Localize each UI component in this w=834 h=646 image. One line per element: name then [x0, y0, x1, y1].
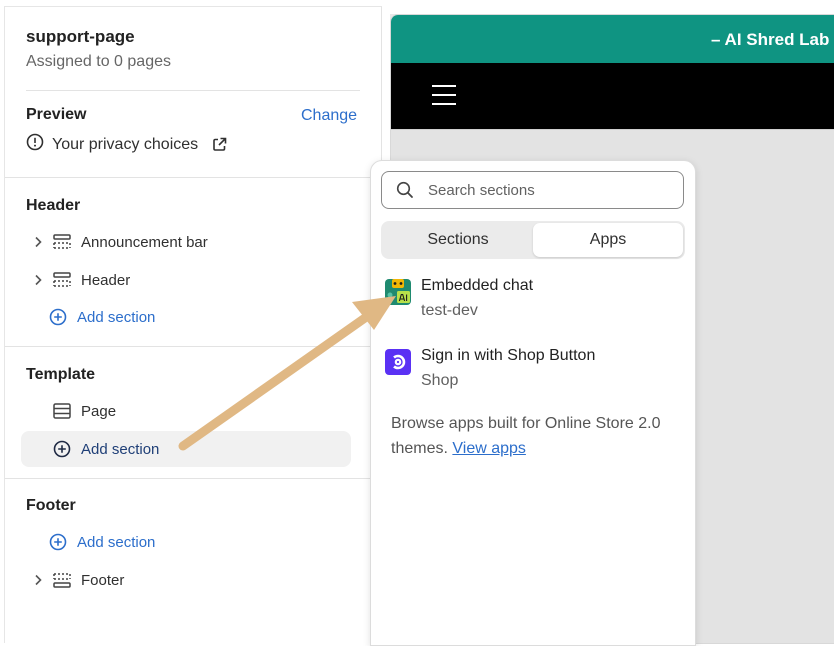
- section-page[interactable]: Page: [25, 394, 351, 428]
- group-title-template: Template: [26, 366, 96, 383]
- section-icon: [53, 234, 75, 250]
- divider: [5, 177, 381, 178]
- section-announcement-bar[interactable]: Announcement bar: [25, 225, 351, 259]
- section-label: Footer: [81, 571, 125, 589]
- app-name: Sign in with Shop Button: [421, 347, 596, 364]
- chevron-right-icon[interactable]: [29, 236, 47, 248]
- privacy-choices-row[interactable]: Your privacy choices: [26, 133, 227, 156]
- change-preview-link[interactable]: Change: [301, 107, 357, 125]
- plus-circle-icon: [49, 533, 71, 551]
- group-title-header: Header: [26, 197, 81, 214]
- add-section-template[interactable]: Add section: [21, 431, 351, 467]
- add-section-label: Add section: [77, 533, 156, 551]
- section-label: Header: [81, 271, 131, 289]
- app-developer: test-dev: [421, 302, 478, 319]
- page-title: support-page: [26, 27, 135, 46]
- tab-apps[interactable]: Apps: [533, 223, 683, 257]
- browse-apps-note: Browse apps built for Online Store 2.0 t…: [391, 411, 671, 461]
- add-section-popover: Sections Apps Embedded chat test-dev Sig…: [370, 160, 696, 646]
- section-label: Page: [81, 402, 117, 420]
- add-section-footer[interactable]: Add section: [25, 525, 351, 559]
- announcement-text: – AI Shred Lab: [711, 30, 830, 49]
- add-section-label: Add section: [81, 440, 160, 458]
- section-icon: [53, 272, 75, 288]
- chevron-right-icon[interactable]: [29, 574, 47, 586]
- add-section-header[interactable]: Add section: [25, 300, 351, 334]
- app-item-sign-in-with-shop[interactable]: Sign in with Shop Button Shop: [385, 347, 685, 395]
- app-developer: Shop: [421, 372, 459, 389]
- preview-label: Preview: [26, 106, 87, 123]
- search-sections-input[interactable]: [426, 180, 670, 200]
- section-icon: [53, 572, 75, 588]
- section-footer[interactable]: Footer: [25, 563, 351, 597]
- plus-circle-icon: [49, 308, 71, 326]
- app-item-embedded-chat[interactable]: Embedded chat test-dev: [385, 277, 685, 325]
- search-sections-field[interactable]: [381, 171, 684, 209]
- plus-circle-icon: [53, 440, 75, 458]
- section-type-tabs: Sections Apps: [381, 221, 685, 259]
- shop-logo-icon: [385, 349, 411, 375]
- header-preview[interactable]: [391, 63, 834, 129]
- group-title-footer: Footer: [26, 497, 76, 514]
- external-link-icon[interactable]: [212, 137, 227, 152]
- app-name: Embedded chat: [421, 277, 534, 294]
- add-section-label: Add section: [77, 308, 156, 326]
- section-header[interactable]: Header: [25, 263, 351, 297]
- view-apps-link[interactable]: View apps: [452, 440, 526, 457]
- info-circle-icon: [26, 133, 44, 156]
- section-label: Announcement bar: [81, 233, 208, 251]
- theme-editor-sidebar: support-page Assigned to 0 pages Preview…: [4, 6, 382, 643]
- divider: [5, 346, 381, 347]
- tab-sections[interactable]: Sections: [383, 223, 533, 257]
- robot-app-icon: [385, 279, 411, 305]
- divider: [5, 478, 381, 479]
- search-icon: [396, 181, 414, 199]
- privacy-choices-label: Your privacy choices: [52, 135, 199, 153]
- hamburger-menu-icon[interactable]: [432, 85, 456, 105]
- section-icon: [53, 403, 75, 419]
- chevron-right-icon[interactable]: [29, 274, 47, 286]
- divider: [26, 90, 360, 91]
- page-assignment-status: Assigned to 0 pages: [26, 53, 171, 70]
- announcement-bar-preview[interactable]: – AI Shred Lab: [391, 15, 834, 63]
